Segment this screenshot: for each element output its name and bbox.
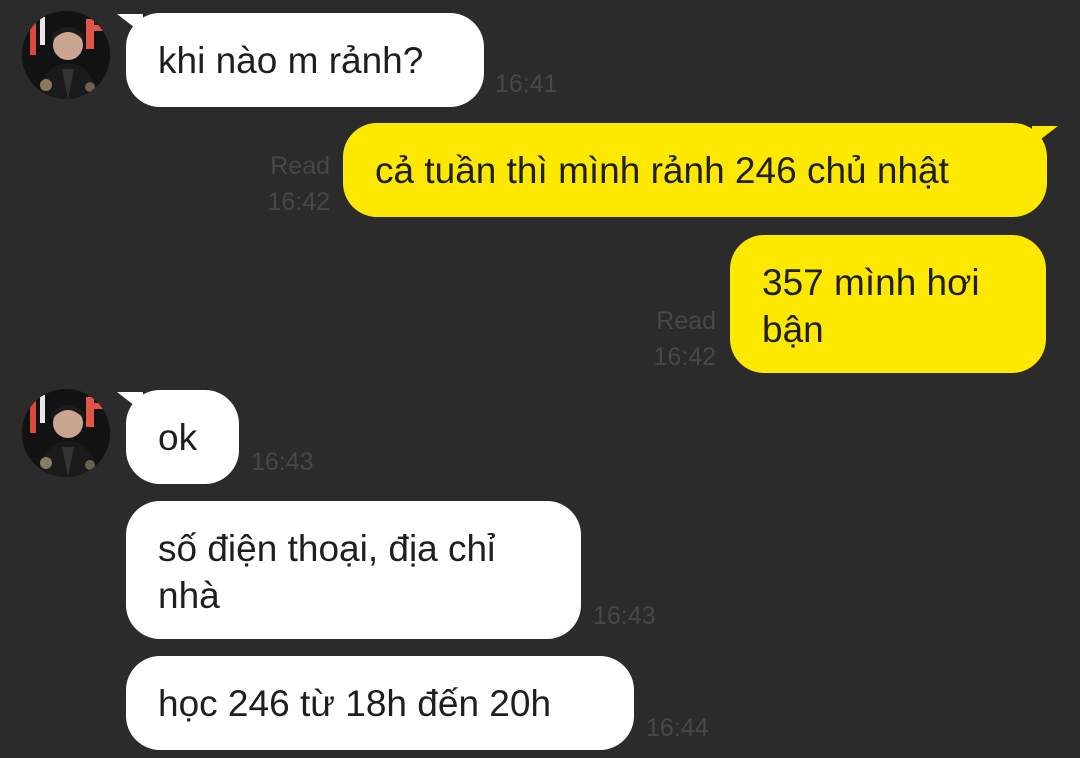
message-time: 16:43 [593, 602, 656, 630]
message-time: 16:44 [646, 714, 709, 742]
message-text: cả tuần thì mình rảnh 246 chủ nhật [375, 150, 949, 191]
message-time: 16:43 [251, 448, 314, 476]
bubble-tail [1032, 126, 1058, 146]
read-status: Read [656, 307, 716, 335]
message-time: 16:42 [267, 188, 330, 216]
read-status: Read [270, 152, 330, 180]
incoming-message-bubble[interactable]: số điện thoại, địa chỉ nhà [126, 501, 581, 639]
outgoing-message-bubble[interactable]: 357 mình hơi bận [730, 235, 1046, 373]
message-text: khi nào m rảnh? [158, 40, 424, 81]
contact-avatar[interactable] [22, 389, 110, 477]
message-time: 16:41 [495, 70, 558, 98]
message-text: ok [158, 417, 198, 458]
message-text: số điện thoại, địa chỉ nhà [158, 528, 496, 616]
avatar-photo-icon [22, 389, 110, 477]
incoming-message-bubble[interactable]: ok [126, 390, 239, 484]
message-text: 357 mình hơi bận [762, 262, 980, 350]
message-time: 16:42 [653, 343, 716, 371]
incoming-message-bubble[interactable]: khi nào m rảnh? [126, 13, 484, 107]
message-text: học 246 từ 18h đến 20h [158, 683, 552, 724]
incoming-message-bubble[interactable]: học 246 từ 18h đến 20h [126, 656, 634, 750]
outgoing-message-bubble[interactable]: cả tuần thì mình rảnh 246 chủ nhật [343, 123, 1047, 217]
avatar-photo-icon [22, 11, 110, 99]
contact-avatar[interactable] [22, 11, 110, 99]
